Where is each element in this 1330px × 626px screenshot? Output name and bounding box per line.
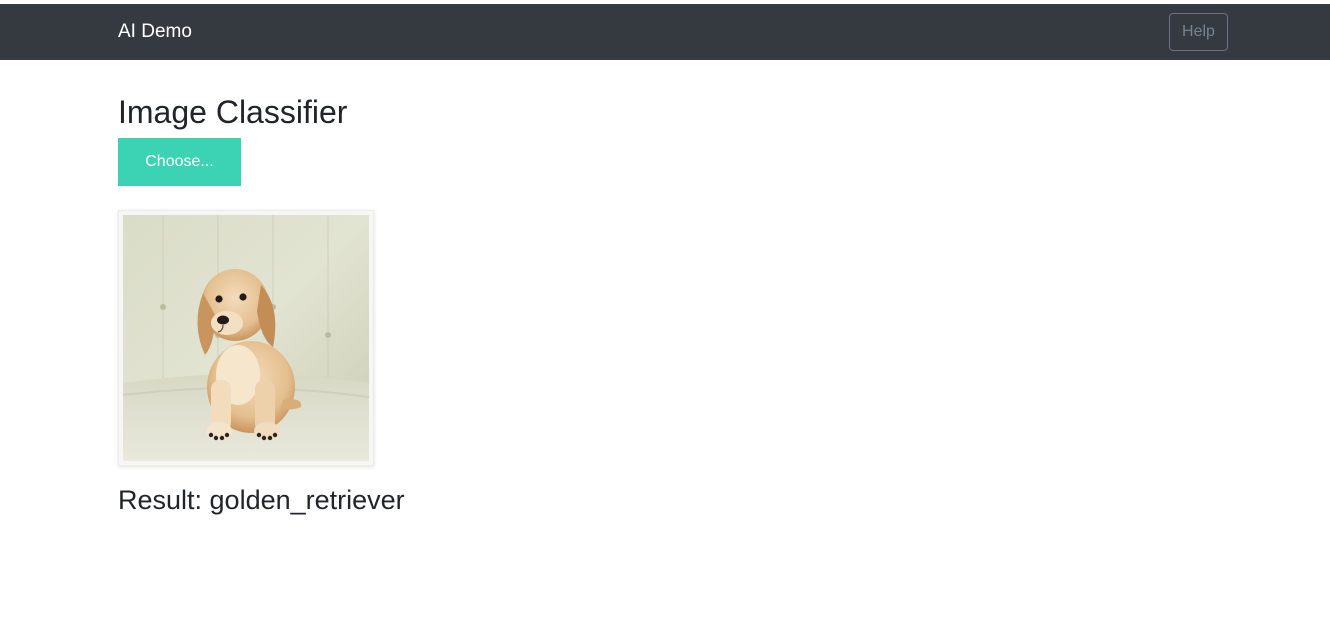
page-title: Image Classifier [118, 94, 348, 130]
help-button[interactable]: Help [1169, 13, 1228, 51]
uploaded-image [123, 215, 369, 461]
brand-link[interactable]: AI Demo [118, 20, 192, 44]
uploaded-image-card [118, 210, 374, 466]
navbar: AI Demo Help [0, 4, 1330, 60]
choose-file-button[interactable]: Choose... [118, 138, 241, 186]
result-text: Result: golden_retriever [118, 485, 405, 515]
